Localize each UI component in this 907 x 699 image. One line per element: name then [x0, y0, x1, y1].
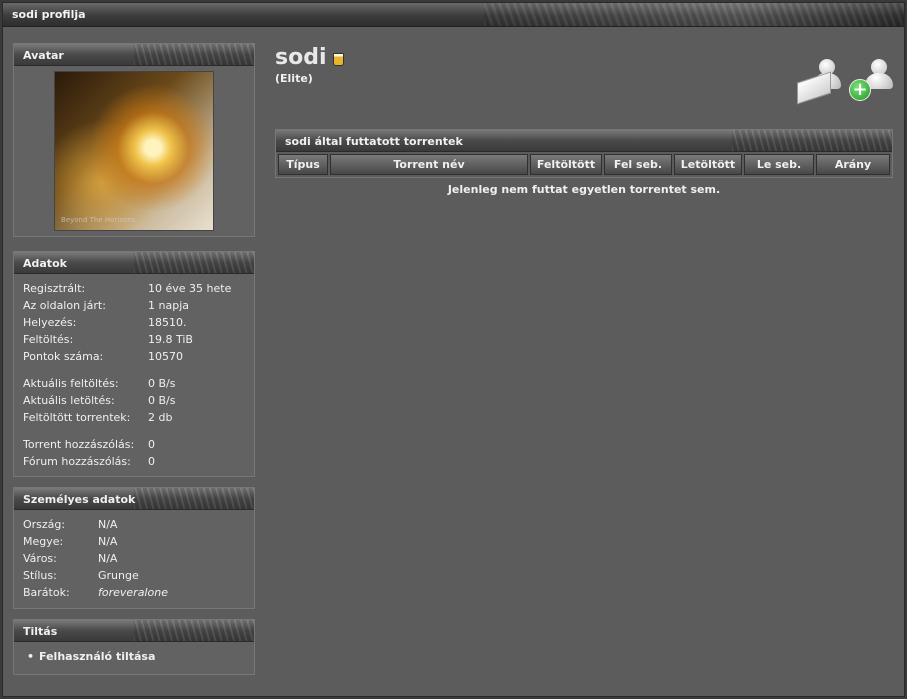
personal-row: Stílus: Grunge	[23, 569, 139, 582]
personal-panel: Személyes adatok Ország: N/A Megye: N/A Vá…	[13, 487, 255, 609]
col-torrent-name[interactable]: Torrent név	[330, 154, 528, 175]
profile-window: sodi profilja Avatar Beyond The Horizons…	[2, 2, 905, 697]
avatar-caption: Beyond The Horizons	[61, 216, 136, 224]
title-bar: sodi profilja	[3, 3, 904, 27]
beer-icon	[332, 53, 344, 66]
stat-row: Fórum hozzászólás: 0	[23, 455, 155, 468]
col-download-speed[interactable]: Le seb.	[744, 154, 814, 175]
personal-row: Barátok: foreveralone	[23, 586, 168, 599]
stat-row: Pontok száma: 10570	[23, 350, 183, 363]
profile-actions: +	[797, 57, 893, 105]
stats-heading: Adatok	[23, 257, 67, 270]
personal-row: Város: N/A	[23, 552, 118, 565]
stats-panel: Adatok Regisztrált: 10 éve 35 hete Az old…	[13, 251, 255, 477]
page-title: sodi profilja	[12, 8, 86, 21]
ban-user-link[interactable]: Felhasználó tiltása	[23, 648, 245, 665]
stat-row: Az oldalon járt: 1 napja	[23, 299, 189, 312]
ban-panel: Tiltás Felhasználó tiltása	[13, 619, 255, 675]
main-content: sodi (Elite) + sodi által futtatott torr…	[275, 45, 893, 196]
col-downloaded[interactable]: Letöltött	[674, 154, 742, 175]
stat-row: Helyezés: 18510.	[23, 316, 187, 329]
title-bar-decoration	[484, 3, 904, 26]
torrents-panel-header: sodi által futtatott torrentek	[276, 130, 892, 152]
add-friend-icon[interactable]: +	[849, 57, 893, 101]
torrents-heading: sodi által futtatott torrentek	[285, 135, 463, 148]
stats-panel-header: Adatok	[14, 252, 254, 274]
ban-panel-header: Tiltás	[14, 620, 254, 642]
avatar-panel: Avatar Beyond The Horizons	[13, 43, 255, 237]
empty-torrents-message: Jelenleg nem futtat egyetlen torrentet s…	[447, 183, 721, 196]
col-ratio[interactable]: Arány	[816, 154, 890, 175]
username: sodi	[275, 45, 327, 70]
torrents-table: Típus Torrent név Feltöltött Fel seb. Le…	[276, 152, 892, 177]
stat-row: Feltöltött torrentek: 2 db	[23, 411, 173, 424]
avatar-image: Beyond The Horizons	[54, 71, 214, 231]
torrents-header-row: Típus Torrent név Feltöltött Fel seb. Le…	[278, 154, 890, 175]
personal-list: Ország: N/A Megye: N/A Város: N/A Stílus: Gr…	[14, 510, 254, 607]
personal-heading: Személyes adatok	[23, 493, 136, 506]
stats-list: Regisztrált: 10 éve 35 hete Az oldalon já…	[14, 274, 254, 476]
avatar-heading: Avatar	[23, 49, 64, 62]
personal-row: Megye: N/A	[23, 535, 118, 548]
ban-heading: Tiltás	[23, 625, 58, 638]
stat-row: Regisztrált: 10 éve 35 hete	[23, 282, 232, 295]
avatar-panel-header: Avatar	[14, 44, 254, 66]
personal-row: Ország: N/A	[23, 518, 118, 531]
col-uploaded[interactable]: Feltöltött	[530, 154, 602, 175]
stat-row: Torrent hozzászólás: 0	[23, 438, 155, 451]
stat-row: Aktuális letöltés: 0 B/s	[23, 394, 176, 407]
stat-row: Feltöltés: 19.8 TiB	[23, 333, 193, 346]
col-upload-speed[interactable]: Fel seb.	[604, 154, 672, 175]
personal-panel-header: Személyes adatok	[14, 488, 254, 510]
send-message-icon[interactable]	[797, 57, 841, 105]
friends-link[interactable]: foreveralone	[98, 586, 168, 599]
col-type[interactable]: Típus	[278, 154, 328, 175]
torrents-panel: sodi által futtatott torrentek Típus Tor…	[275, 129, 893, 178]
stat-row: Aktuális feltöltés: 0 B/s	[23, 377, 176, 390]
